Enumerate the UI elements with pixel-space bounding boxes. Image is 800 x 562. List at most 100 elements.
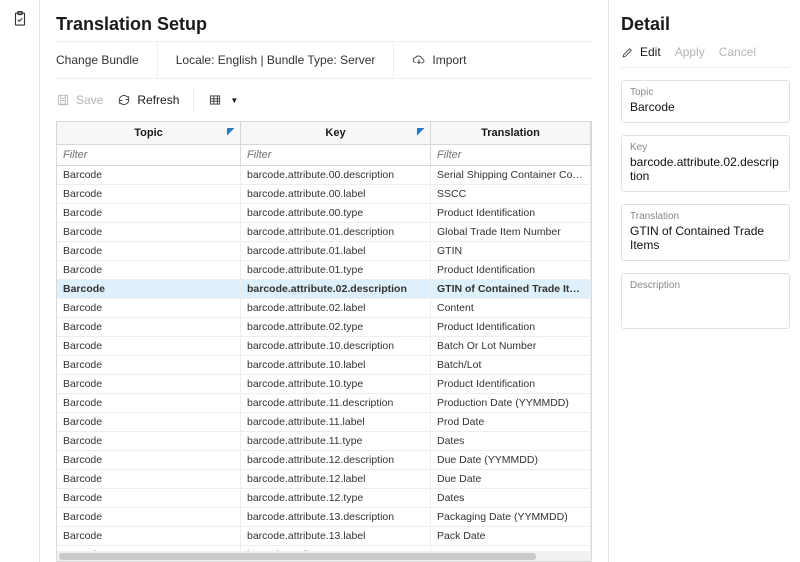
- columns-menu-button[interactable]: ▼: [208, 93, 238, 107]
- save-button: Save: [56, 93, 103, 107]
- table-row[interactable]: Barcodebarcode.attribute.00.descriptionS…: [57, 166, 591, 185]
- cell: Barcode: [57, 508, 241, 526]
- table-row[interactable]: Barcodebarcode.attribute.12.descriptionD…: [57, 451, 591, 470]
- cell: Barcode: [57, 166, 241, 184]
- cell: Barcode: [57, 489, 241, 507]
- cell: barcode.attribute.11.label: [241, 413, 431, 431]
- col-key[interactable]: Key◤: [241, 122, 431, 144]
- cell: Barcode: [57, 413, 241, 431]
- table-row[interactable]: Barcodebarcode.attribute.01.descriptionG…: [57, 223, 591, 242]
- cloud-import-icon: [412, 53, 426, 67]
- cell: Dates: [431, 489, 591, 507]
- change-bundle-button[interactable]: Change Bundle: [56, 53, 139, 67]
- table-row[interactable]: Barcodebarcode.attribute.12.typeDates: [57, 489, 591, 508]
- table-row[interactable]: Barcodebarcode.attribute.11.labelProd Da…: [57, 413, 591, 432]
- cell: barcode.attribute.11.description: [241, 394, 431, 412]
- cell: Barcode: [57, 432, 241, 450]
- cell: barcode.attribute.10.description: [241, 337, 431, 355]
- cell: Barcode: [57, 242, 241, 260]
- cell: barcode.attribute.12.label: [241, 470, 431, 488]
- detail-panel: Detail Edit Apply Cancel Topic Barcode K…: [608, 0, 800, 562]
- edit-button[interactable]: Edit: [621, 45, 661, 59]
- cell: barcode.attribute.02.type: [241, 318, 431, 336]
- col-translation[interactable]: Translation: [431, 122, 591, 144]
- grid-body[interactable]: Barcodebarcode.attribute.00.descriptionS…: [57, 166, 591, 551]
- table-row[interactable]: Barcodebarcode.attribute.02.labelContent: [57, 299, 591, 318]
- cell: barcode.attribute.13.description: [241, 508, 431, 526]
- cell: barcode.attribute.10.label: [241, 356, 431, 374]
- cell: GTIN of Contained Trade Items: [431, 280, 591, 298]
- left-rail: [0, 0, 40, 562]
- cell: Product Identification: [431, 375, 591, 393]
- cell: Serial Shipping Container Code: [431, 166, 591, 184]
- cell: Dates: [431, 432, 591, 450]
- page-title: Translation Setup: [56, 14, 592, 35]
- cell: Barcode: [57, 337, 241, 355]
- detail-actions: Edit Apply Cancel: [621, 45, 790, 68]
- cell: Batch/Lot: [431, 356, 591, 374]
- cancel-button: Cancel: [719, 45, 756, 59]
- cell: Barcode: [57, 356, 241, 374]
- table-row[interactable]: Barcodebarcode.attribute.10.typeProduct …: [57, 375, 591, 394]
- save-icon: [56, 93, 70, 107]
- cell: barcode.attribute.01.description: [241, 223, 431, 241]
- sort-indicator-icon: ◤: [417, 126, 424, 137]
- cell: Product Identification: [431, 318, 591, 336]
- table-row[interactable]: Barcodebarcode.attribute.02.descriptionG…: [57, 280, 591, 299]
- cell: barcode.attribute.12.type: [241, 489, 431, 507]
- filter-translation-input[interactable]: [431, 145, 591, 165]
- table-row[interactable]: Barcodebarcode.attribute.13.labelPack Da…: [57, 527, 591, 546]
- cell: Barcode: [57, 299, 241, 317]
- cell: Product Identification: [431, 204, 591, 222]
- main-panel: Translation Setup Change Bundle Locale: …: [40, 0, 608, 562]
- cell: Packaging Date (YYMMDD): [431, 508, 591, 526]
- chevron-down-icon: ▼: [230, 96, 238, 105]
- table-row[interactable]: Barcodebarcode.attribute.00.labelSSCC: [57, 185, 591, 204]
- cell: Barcode: [57, 223, 241, 241]
- cell: Barcode: [57, 394, 241, 412]
- grid-filter-row: [57, 145, 591, 166]
- clipboard-icon[interactable]: [11, 10, 29, 562]
- cell: Due Date (YYMMDD): [431, 451, 591, 469]
- field-description: Description: [621, 273, 790, 329]
- refresh-button[interactable]: Refresh: [117, 93, 179, 107]
- table-row[interactable]: Barcodebarcode.attribute.01.typeProduct …: [57, 261, 591, 280]
- cell: barcode.attribute.00.label: [241, 185, 431, 203]
- table-row[interactable]: Barcodebarcode.attribute.02.typeProduct …: [57, 318, 591, 337]
- import-button[interactable]: Import: [412, 53, 466, 67]
- cell: Barcode: [57, 527, 241, 545]
- table-row[interactable]: Barcodebarcode.attribute.12.labelDue Dat…: [57, 470, 591, 489]
- table-row[interactable]: Barcodebarcode.attribute.11.typeDates: [57, 432, 591, 451]
- cell: Barcode: [57, 470, 241, 488]
- table-row[interactable]: Barcodebarcode.attribute.11.descriptionP…: [57, 394, 591, 413]
- grid-header: Topic◤ Key◤ Translation: [57, 122, 591, 145]
- col-topic[interactable]: Topic◤: [57, 122, 241, 144]
- apply-button: Apply: [675, 45, 705, 59]
- cell: barcode.attribute.02.label: [241, 299, 431, 317]
- cell: Content: [431, 299, 591, 317]
- cell: barcode.attribute.12.description: [241, 451, 431, 469]
- cell: Production Date (YYMMDD): [431, 394, 591, 412]
- refresh-icon: [117, 93, 131, 107]
- table-row[interactable]: Barcodebarcode.attribute.13.descriptionP…: [57, 508, 591, 527]
- cell: barcode.attribute.13.label: [241, 527, 431, 545]
- cell: Pack Date: [431, 527, 591, 545]
- cell: barcode.attribute.02.description: [241, 280, 431, 298]
- filter-key-input[interactable]: [241, 145, 431, 165]
- cell: barcode.attribute.00.type: [241, 204, 431, 222]
- detail-title: Detail: [621, 14, 790, 35]
- filter-topic-input[interactable]: [57, 145, 241, 165]
- horizontal-scrollbar[interactable]: [57, 551, 591, 561]
- bundle-bar: Change Bundle Locale: English | Bundle T…: [56, 41, 592, 79]
- table-row[interactable]: Barcodebarcode.attribute.10.labelBatch/L…: [57, 356, 591, 375]
- cell: SSCC: [431, 185, 591, 203]
- table-row[interactable]: Barcodebarcode.attribute.01.labelGTIN: [57, 242, 591, 261]
- cell: Barcode: [57, 185, 241, 203]
- cell: Barcode: [57, 204, 241, 222]
- cell: barcode.attribute.11.type: [241, 432, 431, 450]
- cell: Product Identification: [431, 261, 591, 279]
- pencil-icon: [621, 46, 634, 59]
- table-row[interactable]: Barcodebarcode.attribute.10.descriptionB…: [57, 337, 591, 356]
- table-row[interactable]: Barcodebarcode.attribute.00.typeProduct …: [57, 204, 591, 223]
- cell: Batch Or Lot Number: [431, 337, 591, 355]
